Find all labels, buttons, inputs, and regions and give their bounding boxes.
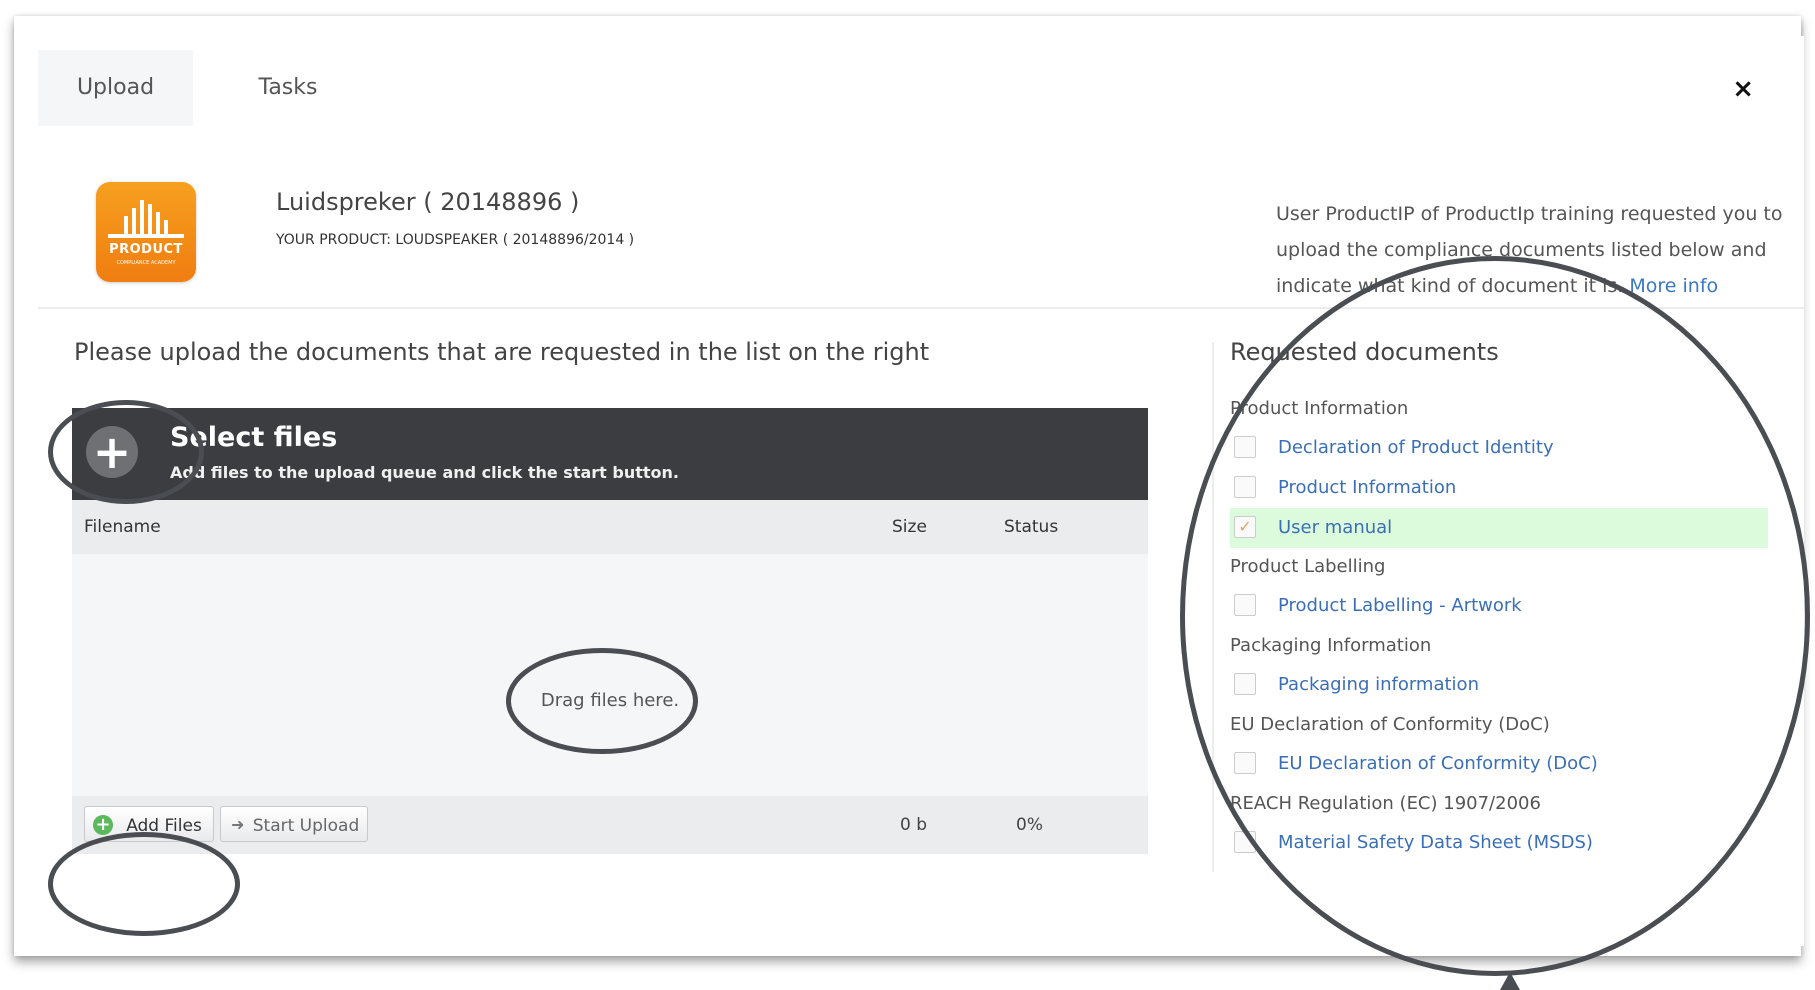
total-status: 0% — [1016, 815, 1043, 835]
logo-word: PRODUCT — [109, 242, 183, 257]
start-upload-button[interactable]: ➜ Start Upload — [220, 806, 368, 842]
product-logo: PRODUCT COMPLIANCE ACADEMY — [96, 182, 196, 282]
product-subtitle: YOUR PRODUCT: LOUDSPEAKER ( 20148896/201… — [276, 232, 635, 248]
logo-bars-icon — [122, 200, 172, 234]
annotation-ring-select-files — [48, 400, 204, 504]
column-filename: Filename — [84, 517, 161, 537]
upload-heading: Please upload the documents that are req… — [74, 338, 930, 366]
total-size: 0 b — [900, 815, 928, 835]
start-upload-label: Start Upload — [252, 816, 360, 836]
add-plus-icon: + — [93, 815, 113, 835]
column-size: Size — [892, 517, 927, 537]
annotation-ring-add-files — [48, 832, 240, 936]
annotation-ring-requested-documents — [1180, 256, 1810, 976]
tab-tasks[interactable]: Tasks — [198, 50, 378, 126]
more-info-link[interactable]: More info — [1629, 275, 1718, 297]
tab-upload[interactable]: Upload — [38, 50, 193, 126]
select-files-description: Add files to the upload queue and click … — [170, 463, 679, 482]
close-icon[interactable]: × — [1732, 76, 1754, 102]
file-table-header: Filename Size Status — [72, 500, 1148, 554]
product-title: Luidspreker ( 20148896 ) — [276, 188, 580, 216]
uploader-footer: + Add Files ➜ Start Upload 0 b 0% — [72, 796, 1148, 854]
column-status: Status — [1004, 517, 1059, 537]
arrow-right-icon: ➜ — [231, 815, 245, 834]
logo-sub: COMPLIANCE ACADEMY — [116, 260, 176, 266]
uploader-header: + Select files Add files to the upload q… — [72, 408, 1148, 500]
file-uploader: + Select files Add files to the upload q… — [72, 408, 1148, 854]
annotation-arrow-icon — [1500, 972, 1520, 990]
annotation-ring-drag-files — [506, 648, 698, 754]
